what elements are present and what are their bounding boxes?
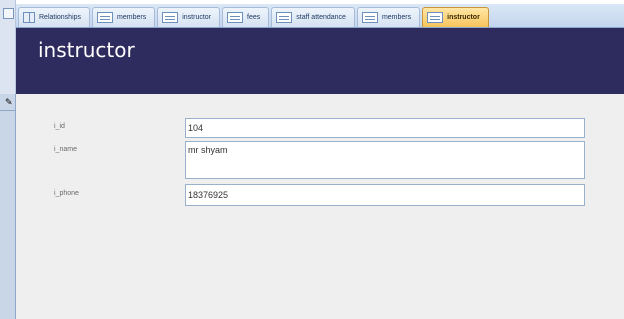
i-id-label: i_id	[54, 123, 65, 130]
tab-staff-attendance[interactable]: staff attendance	[271, 7, 355, 27]
tab-label: members	[117, 14, 147, 21]
tab-label: members	[381, 14, 412, 21]
i-name-label: i_name	[54, 146, 77, 153]
form-icon	[361, 12, 378, 23]
i-id-field[interactable]	[185, 118, 585, 138]
form-icon	[162, 12, 179, 23]
form-icon	[97, 12, 114, 23]
pencil-edit-icon: ✎	[5, 97, 13, 107]
tab-members-2[interactable]: members	[356, 7, 421, 27]
form-detail-section: i_id i_name mr shyam i_phone	[16, 94, 624, 319]
document-tab-bar: Relationships members instructor fees st…	[16, 4, 624, 28]
form-icon	[227, 12, 244, 23]
record-selector[interactable]: ✎	[0, 94, 16, 319]
tab-instructor[interactable]: instructor	[157, 7, 221, 27]
tab-label: staff attendance	[296, 14, 346, 21]
tab-label: instructor	[182, 14, 212, 21]
form-title: instructor	[38, 38, 135, 62]
form-icon	[276, 12, 293, 23]
tab-label: fees	[247, 14, 261, 21]
form-icon	[427, 12, 444, 23]
i-phone-label: i_phone	[54, 190, 79, 197]
tab-label: Relationships	[39, 14, 82, 21]
relationships-icon	[23, 12, 35, 23]
i-name-field[interactable]: mr shyam	[185, 141, 585, 179]
tab-fees[interactable]: fees	[222, 7, 270, 27]
tab-members[interactable]: members	[92, 7, 156, 27]
tab-label: instructor	[447, 14, 480, 21]
tab-instructor-active[interactable]: instructor	[422, 7, 489, 27]
form-header: instructor	[16, 28, 624, 94]
i-phone-field[interactable]	[185, 184, 585, 206]
tab-relationships[interactable]: Relationships	[18, 7, 91, 27]
